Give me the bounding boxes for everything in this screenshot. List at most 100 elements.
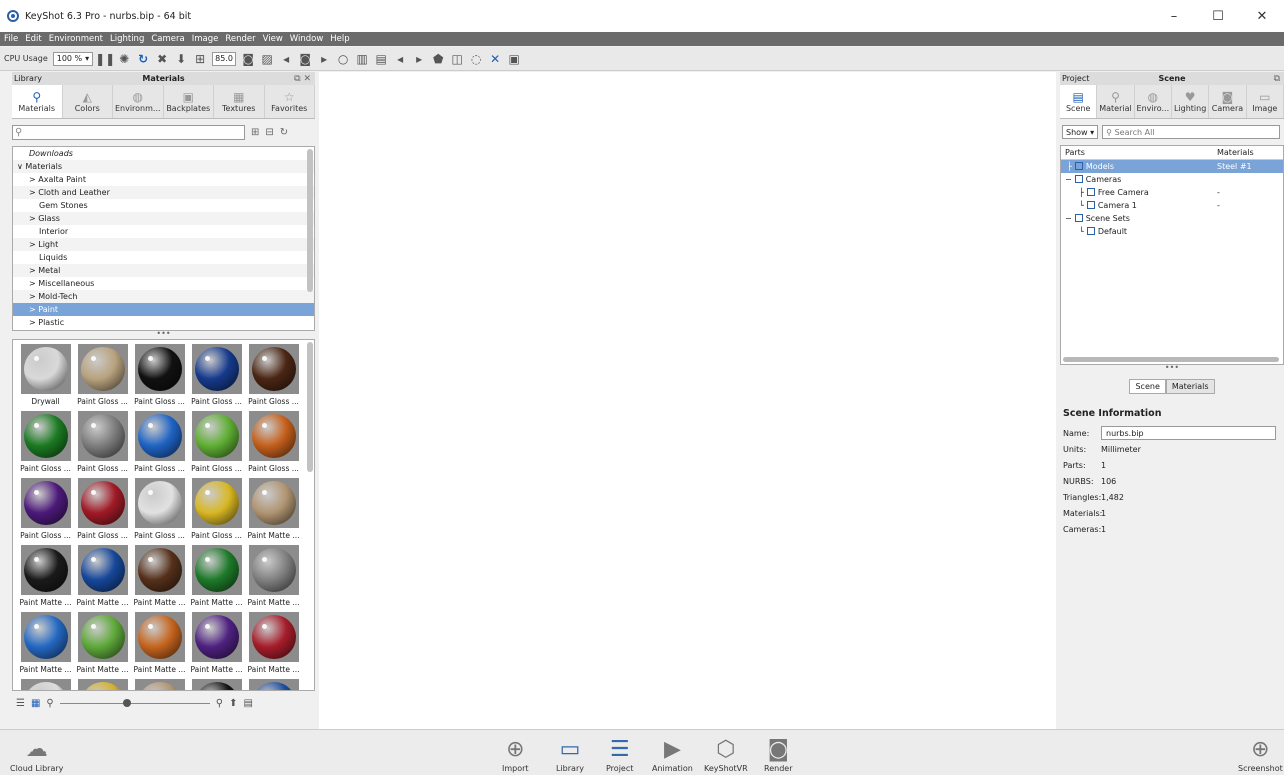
- material-thumbnail[interactable]: Paint Matte ...: [131, 545, 188, 612]
- material-thumbnail[interactable]: Paint Gloss ...: [131, 411, 188, 478]
- add-folder-icon[interactable]: ⊞: [251, 127, 259, 138]
- minimize-button[interactable]: –: [1152, 9, 1196, 24]
- expand-icon[interactable]: ✕: [488, 52, 502, 66]
- material-thumbnail[interactable]: Paint Gloss ...: [131, 478, 188, 545]
- camera-prev-icon[interactable]: ◂: [279, 52, 293, 66]
- tree-item[interactable]: > Mold-Tech: [13, 290, 314, 303]
- menu-lighting[interactable]: Lighting: [110, 34, 144, 44]
- tab-environments[interactable]: ◍ Environm...: [113, 85, 164, 118]
- shield-icon[interactable]: ⬟: [431, 52, 445, 66]
- tree-scrollbar[interactable]: [307, 149, 313, 292]
- refresh-icon[interactable]: ↻: [136, 52, 150, 66]
- material-thumbnail[interactable]: Paint Matte ...: [17, 545, 74, 612]
- material-thumbnail[interactable]: Paint Matte ...: [245, 478, 302, 545]
- material-thumbnail[interactable]: Paint Gloss ...: [74, 411, 131, 478]
- tab-colors[interactable]: ◭ Colors: [63, 85, 113, 118]
- scene-row-camera-1[interactable]: └ Camera 1-: [1061, 199, 1283, 212]
- splitter-handle[interactable]: •••: [12, 330, 315, 339]
- library-search-input[interactable]: [12, 124, 245, 140]
- maximize-button[interactable]: ☐: [1196, 9, 1240, 24]
- render-button[interactable]: ◙ Render: [764, 736, 792, 773]
- subtab-materials[interactable]: Materials: [1165, 379, 1215, 394]
- tab-backplates[interactable]: ▣ Backplates: [164, 85, 214, 118]
- material-thumbnail[interactable]: Paint Matte ...: [245, 612, 302, 679]
- material-thumbnail[interactable]: Paint Gloss ...: [245, 411, 302, 478]
- scene-row-scene-sets[interactable]: − Scene Sets: [1061, 212, 1283, 225]
- tree-item[interactable]: Interior: [13, 225, 314, 238]
- grid-view-icon[interactable]: ▦: [31, 698, 40, 709]
- material-thumbnail[interactable]: Paint Matte ...: [74, 545, 131, 612]
- camera-icon[interactable]: ◙: [298, 52, 312, 66]
- menu-image[interactable]: Image: [192, 34, 219, 44]
- tab-lighting[interactable]: ♥ Lighting: [1172, 85, 1210, 118]
- material-thumbnail[interactable]: Paint Matte ...: [74, 612, 131, 679]
- animation-button[interactable]: ▶ Animation: [652, 736, 693, 773]
- material-thumbnail[interactable]: [188, 679, 245, 690]
- tab-materials[interactable]: ⚲ Materials: [12, 85, 63, 118]
- material-thumbnail[interactable]: Paint Gloss ...: [17, 411, 74, 478]
- splitter-handle[interactable]: •••: [1060, 364, 1284, 373]
- tree-item[interactable]: > Cloth and Leather: [13, 186, 314, 199]
- material-thumbnail[interactable]: Paint Matte ...: [188, 545, 245, 612]
- tree-item[interactable]: > Plastic: [13, 316, 314, 329]
- material-thumbnail[interactable]: Paint Gloss ...: [17, 478, 74, 545]
- material-thumbnail[interactable]: Paint Matte ...: [17, 612, 74, 679]
- scene-name-input[interactable]: nurbs.bip: [1101, 426, 1276, 440]
- scene-row-cameras[interactable]: − Cameras: [1061, 173, 1283, 186]
- fov-input[interactable]: 85.0: [212, 51, 237, 66]
- refresh-icon[interactable]: ↻: [280, 127, 288, 138]
- region-icon[interactable]: ▨: [260, 52, 274, 66]
- material-thumbnail[interactable]: Paint Gloss ...: [188, 478, 245, 545]
- tree-item[interactable]: > Axalta Paint: [13, 173, 314, 186]
- tree-item[interactable]: > Glass: [13, 212, 314, 225]
- cpu-usage-select[interactable]: 100 % ▾: [52, 51, 94, 66]
- list-view-icon[interactable]: ☰: [16, 698, 25, 709]
- scene-row-models[interactable]: ├ Models Steel #1: [1061, 160, 1283, 173]
- menu-edit[interactable]: Edit: [25, 34, 41, 44]
- render-viewport[interactable]: [319, 72, 1056, 729]
- slider-knob[interactable]: [122, 699, 131, 707]
- tree-item[interactable]: Gem Stones: [13, 199, 314, 212]
- tree-item[interactable]: > Light: [13, 238, 314, 251]
- thumbnail-size-slider[interactable]: [59, 698, 210, 708]
- material-thumbnail[interactable]: [131, 679, 188, 690]
- show-dropdown[interactable]: Show ▾: [1062, 125, 1099, 139]
- project-button[interactable]: ☰ Project: [606, 736, 633, 773]
- material-thumbnail[interactable]: [17, 679, 74, 690]
- material-thumbnail[interactable]: Paint Matte ...: [245, 545, 302, 612]
- scene-row-free-camera[interactable]: ├ Free Camera -: [1061, 186, 1283, 199]
- geometry-view-icon[interactable]: ◫: [450, 52, 464, 66]
- scene-row-default[interactable]: └ Default: [1061, 225, 1283, 238]
- import-button[interactable]: ⊕ Import: [502, 736, 529, 773]
- menu-render[interactable]: Render: [225, 34, 255, 44]
- model-set-icon[interactable]: ▤: [374, 52, 388, 66]
- folder-icon[interactable]: ▤: [243, 698, 252, 709]
- cloud-library-button[interactable]: ☁ Cloud Library: [10, 736, 63, 773]
- tree-item[interactable]: Liquids: [13, 251, 314, 264]
- material-thumbnail[interactable]: Paint Gloss ...: [131, 344, 188, 411]
- pause-icon[interactable]: ❚❚: [95, 52, 115, 66]
- close-button[interactable]: ✕: [1240, 9, 1284, 24]
- tab-image[interactable]: ▭ Image: [1247, 85, 1284, 118]
- menu-camera[interactable]: Camera: [151, 34, 184, 44]
- material-thumbnail[interactable]: [245, 679, 302, 690]
- menu-file[interactable]: File: [4, 34, 18, 44]
- material-thumbnail[interactable]: Paint Matte ...: [188, 612, 245, 679]
- remove-folder-icon[interactable]: ⊟: [265, 127, 273, 138]
- material-thumbnail[interactable]: [74, 679, 131, 690]
- center-icon[interactable]: ✖: [155, 52, 169, 66]
- screenshot-button[interactable]: ⊕ Screenshot: [1238, 736, 1283, 773]
- tree-item-downloads[interactable]: Downloads: [13, 147, 314, 160]
- material-thumbnail[interactable]: Paint Gloss ...: [188, 411, 245, 478]
- tree-item[interactable]: > Metal: [13, 264, 314, 277]
- tree-item[interactable]: > Miscellaneous: [13, 277, 314, 290]
- subtab-scene[interactable]: Scene: [1129, 379, 1166, 394]
- camera-next-icon[interactable]: ▸: [317, 52, 331, 66]
- material-thumbnail[interactable]: Paint Gloss ...: [74, 478, 131, 545]
- environment-icon[interactable]: ◌: [469, 52, 483, 66]
- thumbnail-scrollbar[interactable]: [307, 342, 313, 472]
- tab-favorites[interactable]: ☆ Favorites: [265, 85, 315, 118]
- material-thumbnail[interactable]: Paint Gloss ...: [188, 344, 245, 411]
- scene-search-input[interactable]: ⚲ Search All: [1102, 125, 1281, 139]
- material-thumbnail[interactable]: Paint Gloss ...: [74, 344, 131, 411]
